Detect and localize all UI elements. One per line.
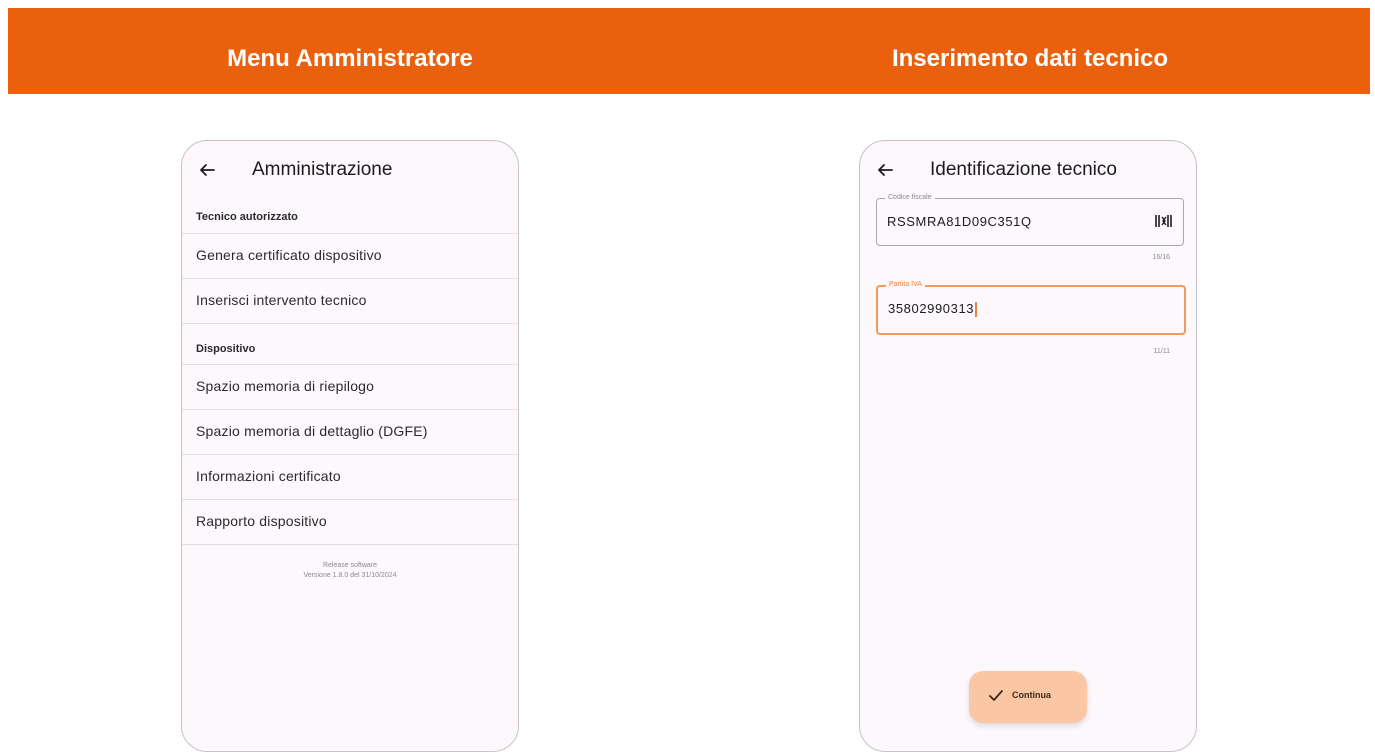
menu-item-label: Genera certificato dispositivo [196,247,382,263]
tech-top-app-bar: Identificazione tecnico [860,141,1196,199]
arrow-left-icon[interactable] [876,161,894,179]
admin-top-app-bar: Amministrazione [182,141,518,199]
barcode-scan-icon[interactable] [1155,213,1173,229]
fiscal-code-field[interactable]: Codice fiscale RSSMRA81D09C351Q [876,193,1184,246]
continue-button-label: Continua [1012,690,1051,700]
admin-page-title: Amministrazione [252,159,393,180]
admin-phone-screen: Amministrazione Tecnico autorizzato Gene… [181,140,519,752]
menu-item-summary-memory[interactable]: Spazio memoria di riepilogo [182,365,518,410]
menu-item-label: Spazio memoria di riepilogo [196,378,375,394]
release-version: Versione 1.8.0 del 31/10/2024 [303,572,397,579]
menu-item-certificate-info[interactable]: Informazioni certificato [182,455,518,500]
check-icon [989,690,1003,701]
text-cursor [975,302,977,318]
banner-title-tech-data: Inserimento dati tecnico [891,45,1169,72]
vat-number-text: 35802990313 [888,301,975,316]
menu-item-label: Inserisci intervento tecnico [196,292,367,308]
tech-page-title: Identificazione tecnico [930,159,1117,180]
banner-title-admin-menu: Menu Amministratore [227,45,473,72]
menu-item-label: Rapporto dispositivo [196,513,327,529]
vat-number-label: Partita IVA [886,280,925,289]
vat-number-field[interactable]: Partita IVA 35802990313 [876,280,1186,335]
arrow-left-icon[interactable] [198,161,216,179]
menu-item-insert-intervention[interactable]: Inserisci intervento tecnico [182,279,518,324]
continue-button[interactable]: Continua [969,671,1087,723]
header-banner: Menu Amministratore Inserimento dati tec… [8,8,1370,94]
fiscal-code-label: Codice fiscale [885,193,935,202]
menu-item-detail-memory-dgfe[interactable]: Spazio memoria di dettaglio (DGFE) [182,410,518,455]
menu-item-label: Spazio memoria di dettaglio (DGFE) [196,423,428,439]
section-header-authorized-technician: Tecnico autorizzato [196,211,298,223]
tech-phone-screen: Identificazione tecnico Codice fiscale R… [859,140,1197,752]
vat-number-value: 35802990313 [888,301,977,318]
menu-item-device-report[interactable]: Rapporto dispositivo [182,500,518,545]
release-label: Release software [322,562,378,569]
fiscal-code-value: RSSMRA81D09C351Q [887,214,1032,229]
vat-number-counter: 11/11 [1153,348,1170,355]
menu-item-generate-certificate[interactable]: Genera certificato dispositivo [182,234,518,279]
menu-item-label: Informazioni certificato [196,468,341,484]
fiscal-code-counter: 16/16 [1152,254,1170,261]
section-header-device: Dispositivo [196,343,256,355]
